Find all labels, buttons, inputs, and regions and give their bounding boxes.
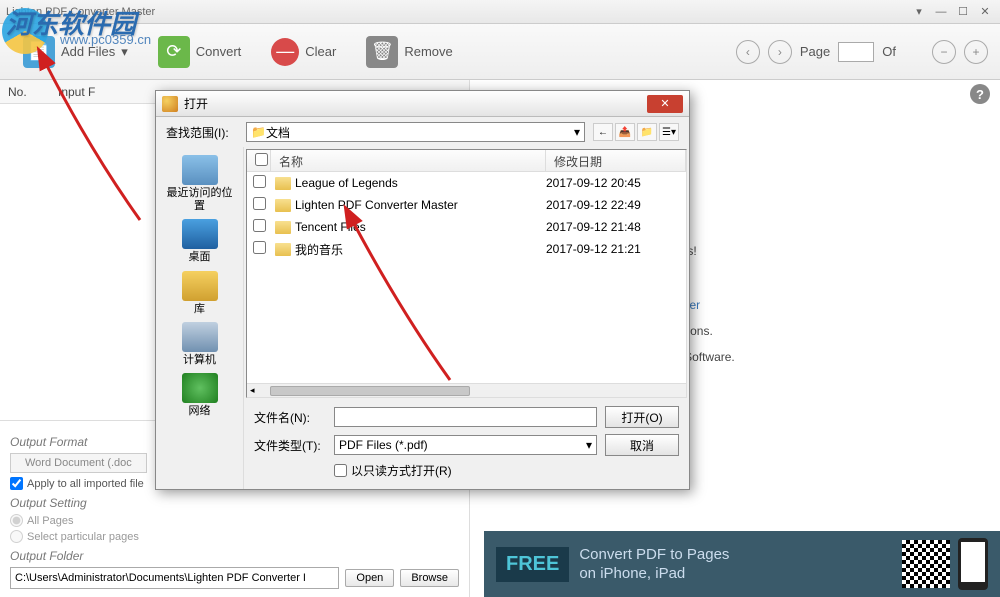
dialog-title: 打开 (184, 95, 208, 112)
maximize-button[interactable]: ☐ (954, 5, 972, 19)
output-folder-input[interactable] (10, 567, 339, 589)
help-button[interactable]: ? (970, 84, 990, 104)
filetype-combo[interactable]: PDF Files (*.pdf)▾ (334, 435, 597, 455)
remove-label: Remove (404, 44, 452, 59)
file-date: 2017-09-12 20:45 (546, 176, 686, 190)
output-setting-label: Output Setting (10, 496, 459, 510)
folder-icon (275, 243, 291, 256)
close-button[interactable]: ✕ (976, 5, 994, 19)
computer-icon (182, 322, 218, 352)
file-checkbox[interactable] (253, 175, 266, 188)
desktop-icon (182, 219, 218, 249)
window-titlebar: Lighten PDF Converter Master ▾ — ☐ ✕ (0, 0, 1000, 24)
sidebar-item-computer[interactable]: 计算机 (180, 320, 220, 369)
of-label: Of (882, 44, 896, 59)
filename-label: 文件名(N): (254, 409, 326, 426)
file-name: 我的音乐 (295, 241, 343, 258)
network-icon (182, 373, 218, 403)
readonly-checkbox[interactable] (334, 464, 347, 477)
banner-text: Convert PDF to Pageson iPhone, iPad (579, 545, 894, 584)
sidebar-item-network[interactable]: 网络 (180, 371, 220, 420)
output-format-button[interactable]: Word Document (.doc (10, 453, 147, 473)
file-date: 2017-09-12 22:49 (546, 198, 686, 212)
apply-all-label: Apply to all imported file (27, 478, 144, 490)
file-name: Tencent Files (295, 220, 366, 234)
file-open-dialog: 打开 ✕ 查找范围(I): 📁 文档▾ ← 📤 📁 ☰▾ 最近访问的位置 桌面 … (155, 90, 690, 490)
convert-button[interactable]: ⟳ Convert (147, 31, 253, 73)
open-folder-button[interactable]: Open (345, 569, 394, 587)
nav-up-icon[interactable]: 📤 (615, 123, 635, 141)
library-icon (182, 271, 218, 301)
horizontal-scrollbar[interactable]: ◂ (247, 383, 686, 397)
remove-icon: 🗑 (366, 36, 398, 68)
clear-label: Clear (305, 44, 336, 59)
remove-button[interactable]: 🗑 Remove (355, 31, 463, 73)
convert-label: Convert (196, 44, 242, 59)
nav-view-icon[interactable]: ☰▾ (659, 123, 679, 141)
col-name[interactable]: 名称 (271, 150, 546, 171)
dialog-close-button[interactable]: ✕ (647, 95, 683, 113)
dialog-titlebar: 打开 ✕ (156, 91, 689, 117)
page-label: Page (800, 44, 830, 59)
folder-icon (275, 199, 291, 212)
file-checkbox[interactable] (253, 197, 266, 210)
sidebar-item-recent[interactable]: 最近访问的位置 (160, 153, 239, 215)
file-row[interactable]: Lighten PDF Converter Master 2017-09-12 2… (247, 194, 686, 216)
col-no: No. (8, 85, 58, 99)
dropdown-icon[interactable]: ▾ (910, 5, 928, 19)
file-row[interactable]: Tencent Files 2017-09-12 21:48 (247, 216, 686, 238)
select-pages-label: Select particular pages (27, 531, 139, 543)
minimize-button[interactable]: — (932, 5, 950, 19)
select-pages-radio[interactable] (10, 530, 23, 543)
prev-page-button[interactable]: ‹ (736, 40, 760, 64)
apply-all-checkbox[interactable] (10, 477, 23, 490)
col-date[interactable]: 修改日期 (546, 150, 686, 171)
filename-input[interactable] (334, 407, 597, 427)
sidebar-item-desktop[interactable]: 桌面 (180, 217, 220, 266)
dialog-icon (162, 96, 178, 112)
file-row[interactable]: League of Legends 2017-09-12 20:45 (247, 172, 686, 194)
banner-free-badge: FREE (496, 547, 569, 582)
page-input[interactable] (838, 42, 874, 62)
file-date: 2017-09-12 21:48 (546, 220, 686, 234)
lookin-label: 查找范围(I): (166, 124, 238, 141)
file-browser: 名称 修改日期 League of Legends 2017-09-12 20:4… (246, 149, 687, 398)
zoom-out-button[interactable]: − (932, 40, 956, 64)
select-all-checkbox[interactable] (255, 153, 268, 166)
file-date: 2017-09-12 21:21 (546, 242, 686, 256)
col-input: Input F (58, 85, 95, 99)
lookin-combo[interactable]: 📁 文档▾ (246, 122, 585, 142)
file-row[interactable]: 我的音乐 2017-09-12 21:21 (247, 238, 686, 260)
convert-icon: ⟳ (158, 36, 190, 68)
folder-icon (275, 177, 291, 190)
readonly-label: 以只读方式打开(R) (351, 462, 452, 479)
filetype-label: 文件类型(T): (254, 437, 326, 454)
dialog-open-button[interactable]: 打开(O) (605, 406, 679, 428)
dialog-cancel-button[interactable]: 取消 (605, 434, 679, 456)
file-name: Lighten PDF Converter Master (295, 198, 458, 212)
browse-folder-button[interactable]: Browse (400, 569, 459, 587)
output-folder-label: Output Folder (10, 549, 459, 563)
clear-button[interactable]: — Clear (260, 33, 347, 71)
phone-icon (958, 538, 988, 590)
next-page-button[interactable]: › (768, 40, 792, 64)
all-pages-label: All Pages (27, 515, 73, 527)
promo-banner[interactable]: FREE Convert PDF to Pageson iPhone, iPad (484, 531, 1000, 597)
file-checkbox[interactable] (253, 241, 266, 254)
sidebar-item-library[interactable]: 库 (180, 269, 220, 318)
qr-code-icon (902, 540, 950, 588)
folder-icon (275, 221, 291, 234)
file-checkbox[interactable] (253, 219, 266, 232)
zoom-in-button[interactable]: + (964, 40, 988, 64)
file-name: League of Legends (295, 176, 398, 190)
all-pages-radio[interactable] (10, 514, 23, 527)
clear-icon: — (271, 38, 299, 66)
nav-back-icon[interactable]: ← (593, 123, 613, 141)
watermark-url: www.pc0359.cn (60, 32, 151, 47)
nav-newfolder-icon[interactable]: 📁 (637, 123, 657, 141)
recent-icon (182, 155, 218, 185)
